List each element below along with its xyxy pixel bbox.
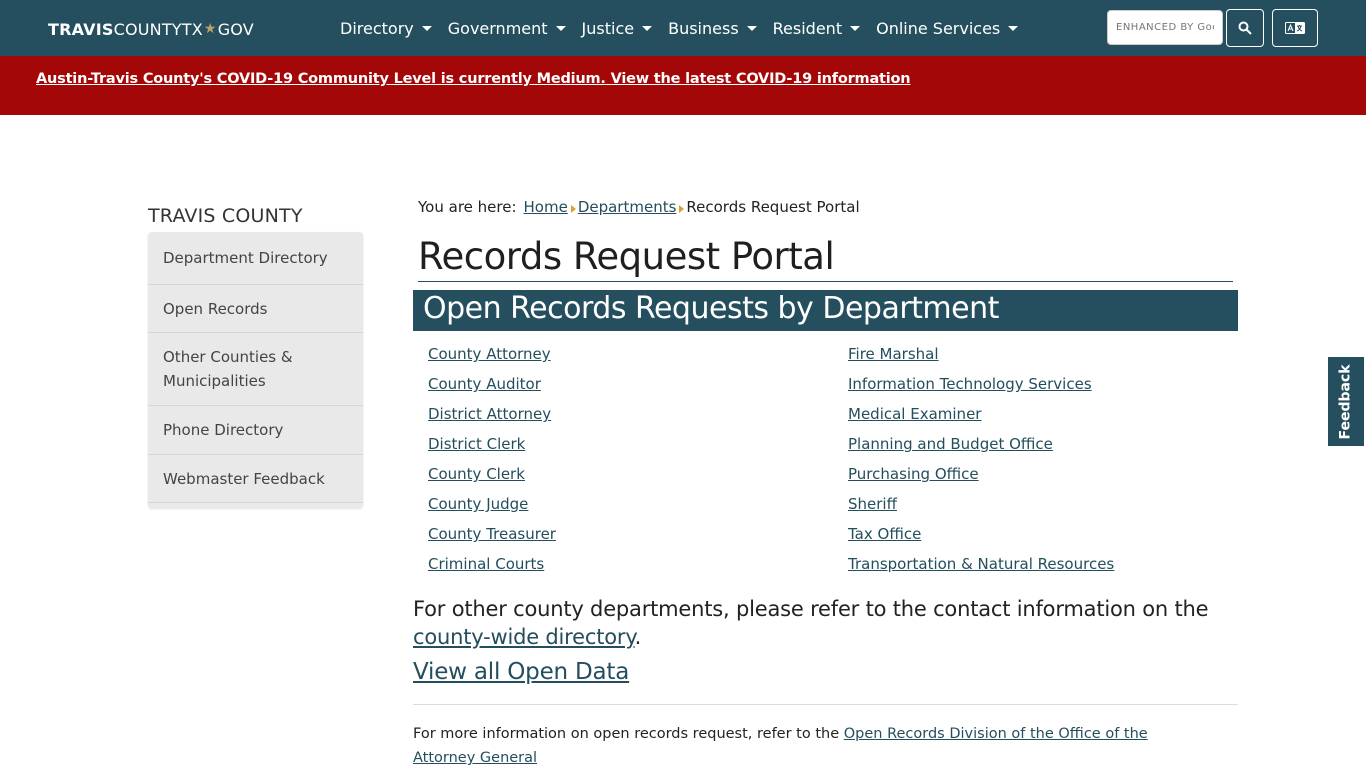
caret-down-icon (421, 25, 432, 31)
feedback-tab-label: Feedback (1338, 363, 1354, 440)
sidebar-item-label: Webmaster Feedback (163, 469, 325, 488)
sidebar-item-phone-directory[interactable]: Phone Directory (148, 406, 363, 455)
logo-text-end: GOV (217, 19, 254, 39)
sentence-end: . (634, 625, 642, 649)
translate-icon (1285, 22, 1305, 34)
search-button[interactable] (1226, 9, 1264, 47)
menu-government-label: Government (447, 18, 548, 38)
caret-down-icon (642, 25, 653, 31)
caret-down-icon (850, 25, 861, 31)
sidebar-item-label: Open Records (163, 299, 268, 318)
breadcrumb-home-link[interactable]: Home (524, 198, 568, 216)
breadcrumb-prefix: You are here: (418, 198, 517, 216)
sidebar-title: TRAVIS COUNTY (148, 205, 303, 227)
logo-text-bold: TRAVIS (48, 19, 114, 39)
breadcrumb: You are here: Home Departments Records R… (418, 197, 860, 217)
dept-link-district-clerk[interactable]: District Clerk (428, 435, 525, 453)
menu-online-services[interactable]: Online Services (876, 17, 1019, 39)
sidebar-item-label: Phone Directory (163, 421, 284, 439)
dept-link-planning-budget[interactable]: Planning and Budget Office (848, 435, 1053, 453)
dept-link-county-treasurer[interactable]: County Treasurer (428, 525, 556, 543)
sidebar-item-open-records[interactable]: Open Records (148, 285, 363, 333)
dept-link-transportation[interactable]: Transportation & Natural Resources (848, 555, 1114, 573)
menu-directory[interactable]: Directory (340, 17, 432, 39)
feedback-tab[interactable]: Feedback (1327, 356, 1364, 447)
dept-link-fire-marshal[interactable]: Fire Marshal (848, 345, 939, 363)
sidebar-item-other-counties[interactable]: Other Counties & Municipalities (148, 333, 363, 406)
section-header: Open Records Requests by Department (413, 290, 1238, 331)
dept-link-criminal-courts[interactable]: Criminal Courts (428, 555, 544, 573)
sidebar-item-department-directory[interactable]: Department Directory (148, 232, 363, 285)
menu-justice[interactable]: Justice (582, 17, 653, 39)
breadcrumb-separator-icon (679, 204, 685, 213)
caret-down-icon (746, 25, 757, 31)
page-title: Records Request Portal (418, 235, 835, 278)
dept-link-district-attorney[interactable]: District Attorney (428, 405, 551, 423)
search-box (1107, 10, 1223, 45)
menu-business[interactable]: Business (668, 17, 757, 39)
footer-note-text: For more information on open records req… (413, 726, 840, 742)
dept-link-county-clerk[interactable]: County Clerk (428, 465, 525, 483)
menu-justice-label: Justice (581, 18, 635, 38)
dept-link-county-judge[interactable]: County Judge (428, 495, 528, 513)
county-wide-directory-link[interactable]: county-wide directory (413, 625, 635, 649)
dept-link-tax-office[interactable]: Tax Office (848, 525, 921, 543)
dept-link-county-attorney[interactable]: County Attorney (428, 345, 551, 363)
breadcrumb-departments-link[interactable]: Departments (578, 198, 677, 216)
other-departments-text: For other county departments, please ref… (413, 595, 1233, 651)
dept-link-medical-examiner[interactable]: Medical Examiner (848, 405, 981, 423)
breadcrumb-separator-icon (570, 204, 576, 213)
dept-link-purchasing[interactable]: Purchasing Office (848, 465, 979, 483)
menu-online-services-label: Online Services (876, 18, 1001, 38)
logo-text-middle: COUNTYTX (113, 19, 203, 39)
covid-alert-banner: Austin-Travis County's COVID-19 Communit… (0, 56, 1366, 115)
menu-resident[interactable]: Resident (772, 17, 861, 39)
menu-resident-label: Resident (772, 18, 843, 38)
view-open-data-link[interactable]: View all Open Data (413, 659, 629, 685)
breadcrumb-current: Records Request Portal (686, 198, 860, 216)
menu-directory-label: Directory (340, 18, 414, 38)
site-logo[interactable]: TRAVIS COUNTYTX ★ GOV (48, 19, 254, 39)
menu-government[interactable]: Government (448, 17, 566, 39)
title-divider (418, 281, 1233, 282)
dept-link-its[interactable]: Information Technology Services (848, 375, 1092, 393)
translate-button[interactable] (1272, 9, 1318, 47)
covid-alert-link[interactable]: Austin-Travis County's COVID-19 Communit… (36, 71, 911, 87)
sidebar-item-label: Other Counties & Municipalities (163, 348, 293, 390)
menu-business-label: Business (668, 18, 739, 38)
star-icon: ★ (203, 21, 217, 37)
main-menu: Directory Government Justice Business Re… (340, 17, 1034, 39)
sidebar-nav: Department Directory Open Records Other … (148, 232, 363, 508)
content-divider (413, 704, 1238, 705)
dept-link-county-auditor[interactable]: County Auditor (428, 375, 541, 393)
search-input[interactable] (1116, 22, 1214, 33)
sidebar-item-webmaster-feedback[interactable]: Webmaster Feedback (148, 455, 363, 503)
footer-note: For more information on open records req… (413, 722, 1213, 768)
other-departments-sentence: For other county departments, please ref… (413, 597, 1209, 621)
caret-down-icon (555, 25, 566, 31)
sidebar-item-label: Department Directory (163, 249, 328, 267)
top-navbar: TRAVIS COUNTYTX ★ GOV Directory Government … (0, 0, 1366, 56)
caret-down-icon (1008, 25, 1019, 31)
search-icon (1238, 21, 1252, 35)
dept-link-sheriff[interactable]: Sheriff (848, 495, 897, 513)
section-title: Open Records Requests by Department (423, 291, 999, 326)
